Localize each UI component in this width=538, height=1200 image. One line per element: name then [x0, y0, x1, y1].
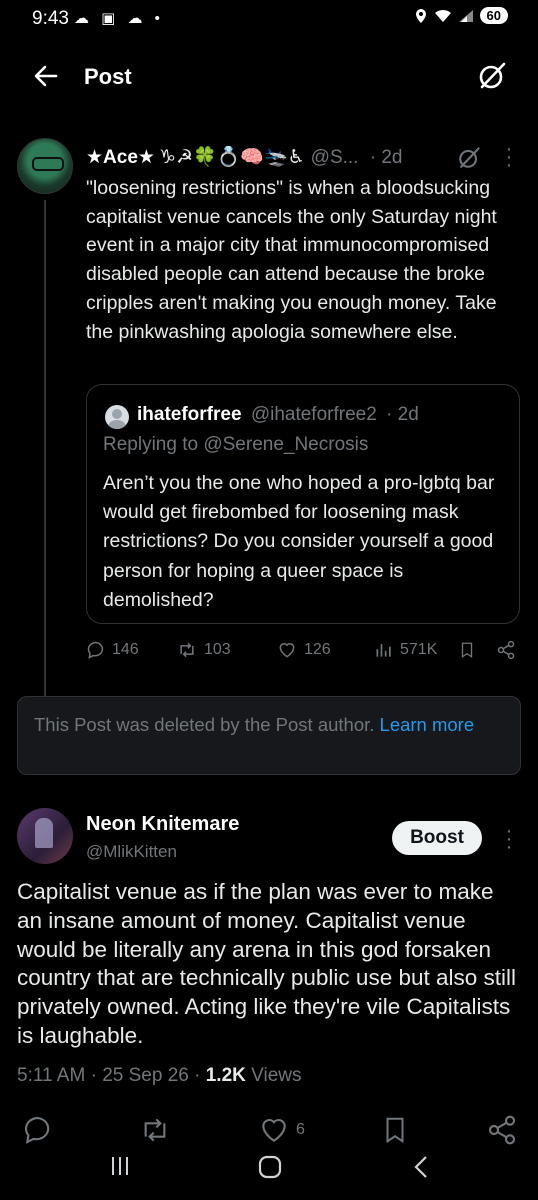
share-button[interactable] — [496, 640, 516, 660]
views-icon — [374, 640, 394, 660]
avatar[interactable] — [17, 808, 73, 864]
repost-icon — [176, 640, 198, 660]
reply-icon — [22, 1114, 54, 1146]
boost-button[interactable]: Boost — [392, 821, 482, 855]
post-header: ★Ace★ ♑☭🍀💍🧠🛬♿ @S... · 2d — [86, 145, 402, 169]
page-title: Post — [84, 64, 132, 89]
post-text: "loosening restrictions" is when a blood… — [86, 177, 497, 343]
system-navigation-bar — [0, 1150, 538, 1200]
share-icon — [486, 1114, 518, 1146]
display-name[interactable]: ihateforfree — [137, 404, 242, 425]
more-options-icon[interactable]: · · · — [502, 821, 516, 857]
handle[interactable]: @S... — [311, 147, 359, 168]
post-date: 25 Sep 26 — [102, 1065, 189, 1086]
like-count: 126 — [304, 641, 331, 658]
status-right: 60 — [414, 7, 508, 24]
wifi-icon — [434, 9, 452, 23]
post-actions: 146 103 126 571K — [86, 638, 520, 666]
post-text: Capitalist venue as if the plan was ever… — [17, 879, 517, 1048]
reply-icon — [86, 640, 106, 660]
post-time: · 2d — [386, 404, 419, 425]
quoted-post[interactable]: ihateforfree @ihateforfree2 · 2d Replyin… — [86, 384, 520, 624]
avatar[interactable] — [17, 138, 73, 194]
bookmark-icon — [458, 640, 476, 660]
quoted-post-header: ihateforfree @ihateforfree2 · 2d — [137, 404, 419, 426]
top-app-bar: Post — [0, 50, 538, 106]
more-options-icon[interactable]: · · · — [502, 139, 516, 175]
replying-to-label: Replying to — [103, 434, 204, 455]
display-name[interactable]: Neon Knitemare — [86, 813, 239, 836]
recent-apps-icon[interactable] — [108, 1154, 132, 1178]
back-arrow-icon[interactable] — [30, 60, 62, 92]
post-time: · 2d — [369, 147, 403, 168]
deleted-post-notice: This Post was deleted by the Post author… — [17, 696, 521, 775]
quoted-post-text: Aren’t you the one who hoped a pro-lgbtq… — [103, 472, 495, 611]
repost-button[interactable] — [138, 1114, 172, 1146]
reply-count: 146 — [112, 641, 139, 658]
post-actions: 6 — [0, 1110, 538, 1154]
learn-more-link[interactable]: Learn more — [380, 714, 475, 735]
post-time: 5:11 AM — [17, 1065, 86, 1086]
like-count: 6 — [296, 1121, 305, 1138]
thread-line — [44, 200, 46, 746]
name-emoji-badges: ♑☭🍀💍🧠🛬♿ — [158, 147, 305, 168]
post-metadata: 5:11 AM · 25 Sep 26 · 1.2K Views — [17, 1065, 302, 1086]
replying-to-mention[interactable]: @Serene_Necrosis — [203, 434, 368, 455]
views-count: 1.2K — [205, 1065, 246, 1086]
repost-icon — [138, 1114, 172, 1146]
back-icon[interactable] — [410, 1154, 432, 1180]
handle[interactable]: @MlikKitten — [86, 842, 177, 862]
bookmark-icon — [380, 1114, 410, 1146]
heart-icon — [276, 640, 298, 660]
location-icon — [414, 8, 428, 24]
heart-icon — [258, 1114, 290, 1146]
views-button[interactable]: 571K — [374, 640, 437, 660]
deleted-notice-text: This Post was deleted by the Post author… — [34, 714, 380, 735]
like-button[interactable]: 6 — [258, 1114, 305, 1146]
grok-icon[interactable] — [455, 144, 483, 172]
battery-indicator: 60 — [479, 7, 508, 24]
home-icon[interactable] — [257, 1154, 283, 1180]
display-name[interactable]: ★Ace★ — [86, 147, 155, 168]
notification-icons: ☁ ▣ ☁ • — [74, 10, 164, 27]
share-button[interactable] — [486, 1114, 518, 1146]
bookmark-button[interactable] — [458, 640, 476, 660]
status-time: 9:43 — [32, 8, 69, 29]
like-button[interactable]: 126 — [276, 640, 331, 660]
views-count: 571K — [400, 641, 438, 658]
bookmark-button[interactable] — [380, 1114, 410, 1146]
status-bar: 9:43 ☁ ▣ ☁ • 60 — [0, 0, 538, 36]
reply-button[interactable]: 146 — [86, 640, 139, 660]
signal-icon — [458, 9, 474, 23]
replying-to: Replying to @Serene_Necrosis — [103, 434, 368, 456]
views-label: Views — [251, 1065, 302, 1086]
share-icon — [496, 640, 516, 660]
handle[interactable]: @ihateforfree2 — [251, 404, 377, 425]
avatar[interactable] — [105, 405, 129, 429]
grok-icon[interactable] — [476, 60, 508, 92]
reply-button[interactable] — [22, 1114, 54, 1146]
repost-button[interactable]: 103 — [176, 640, 231, 660]
repost-count: 103 — [204, 641, 231, 658]
